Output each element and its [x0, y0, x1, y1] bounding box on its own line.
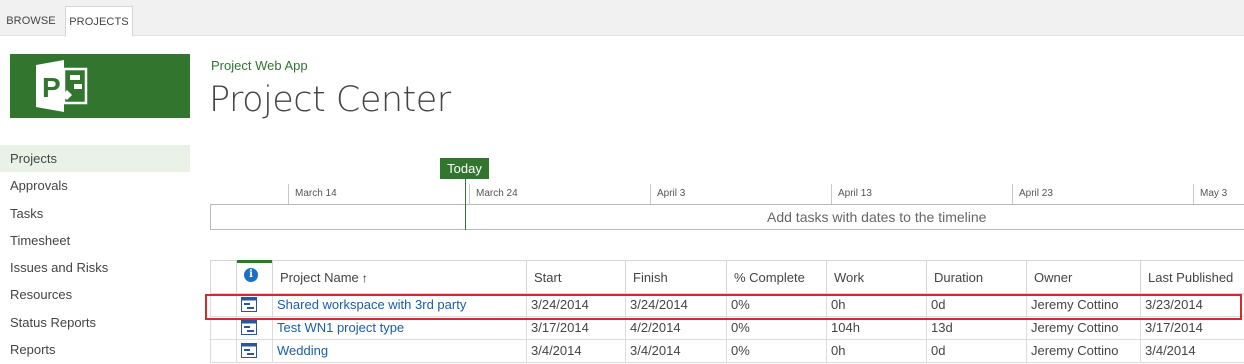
nav-item-reports[interactable]: Reports [0, 336, 190, 363]
column-header-work[interactable]: Work [826, 261, 926, 294]
timeline-date: April 3 [650, 184, 685, 204]
table-row[interactable]: Wedding 3/4/2014 3/4/2014 0% 0h 0d Jerem… [210, 340, 1244, 363]
nav-item-status-reports[interactable]: Status Reports [0, 309, 190, 336]
duration-cell: 13d [926, 317, 1026, 339]
column-header-duration[interactable]: Duration [926, 261, 1026, 294]
tab-projects[interactable]: PROJECTS [65, 6, 133, 37]
row-indicator-cell [236, 317, 272, 339]
project-name-link[interactable]: Test WN1 project type [272, 317, 526, 339]
grid-header: i Project Name ↑ Start Finish % Complete … [210, 260, 1244, 294]
project-logo[interactable]: P [10, 54, 190, 118]
indicator-column-header[interactable]: i [236, 260, 272, 294]
column-header-last-published[interactable]: Last Published [1140, 261, 1244, 294]
nav-item-issues-and-risks[interactable]: Issues and Risks [0, 254, 190, 281]
row-indicator-cell [236, 340, 272, 362]
timeline-date: March 24 [469, 184, 518, 204]
project-logo-icon: P [36, 60, 88, 112]
column-header-owner[interactable]: Owner [1026, 261, 1140, 294]
project-icon [241, 320, 257, 335]
site-title[interactable]: Project Web App [211, 58, 308, 73]
row-selector[interactable] [210, 340, 236, 362]
complete-cell: 0% [726, 340, 826, 362]
column-header-project-name[interactable]: Project Name ↑ [272, 261, 526, 294]
nav-item-projects[interactable]: Projects [0, 145, 190, 173]
timeline-area[interactable] [210, 204, 1244, 230]
row-highlight-annotation [205, 294, 1242, 320]
nav-item-resources[interactable]: Resources [0, 281, 190, 308]
quick-launch-nav: Projects Approvals Tasks Timesheet Issue… [0, 145, 190, 363]
duration-cell: 0d [926, 340, 1026, 362]
column-header-complete[interactable]: % Complete [726, 261, 826, 294]
timeline-date: March 14 [288, 184, 337, 204]
timeline-axis: March 14 March 24 April 3 April 13 April… [210, 182, 1244, 204]
project-icon [241, 343, 257, 358]
finish-cell: 3/4/2014 [625, 340, 726, 362]
owner-cell: Jeremy Cottino [1026, 317, 1140, 339]
published-cell: 3/4/2014 [1140, 340, 1244, 362]
tab-browse[interactable]: BROWSE [0, 6, 62, 36]
published-cell: 3/17/2014 [1140, 317, 1244, 339]
timeline-date: April 23 [1012, 184, 1053, 204]
complete-cell: 0% [726, 317, 826, 339]
work-cell: 104h [826, 317, 926, 339]
timeline-empty-message: Add tasks with dates to the timeline [767, 209, 987, 225]
finish-cell: 4/2/2014 [625, 317, 726, 339]
owner-cell: Jeremy Cottino [1026, 340, 1140, 362]
nav-item-approvals[interactable]: Approvals [0, 172, 190, 199]
svg-text:P: P [42, 72, 61, 103]
ribbon-bar: BROWSE PROJECTS [0, 0, 1244, 37]
nav-item-timesheet[interactable]: Timesheet [0, 227, 190, 254]
info-icon: i [244, 268, 258, 282]
table-row[interactable]: Test WN1 project type 3/17/2014 4/2/2014… [210, 317, 1244, 340]
start-cell: 3/17/2014 [526, 317, 625, 339]
timeline-date: May 3 [1193, 184, 1227, 204]
sort-ascending-icon: ↑ [361, 271, 368, 285]
row-selector[interactable] [210, 317, 236, 339]
column-header-start[interactable]: Start [526, 261, 625, 294]
work-cell: 0h [826, 340, 926, 362]
grid-header-spacer [210, 261, 236, 294]
today-marker: Today [440, 158, 489, 179]
timeline-date: April 13 [831, 184, 872, 204]
today-line [465, 179, 466, 230]
column-header-finish[interactable]: Finish [625, 261, 726, 294]
page-title: Project Center [209, 80, 451, 120]
start-cell: 3/4/2014 [526, 340, 625, 362]
nav-item-tasks[interactable]: Tasks [0, 200, 190, 227]
project-name-link[interactable]: Wedding [272, 340, 526, 362]
